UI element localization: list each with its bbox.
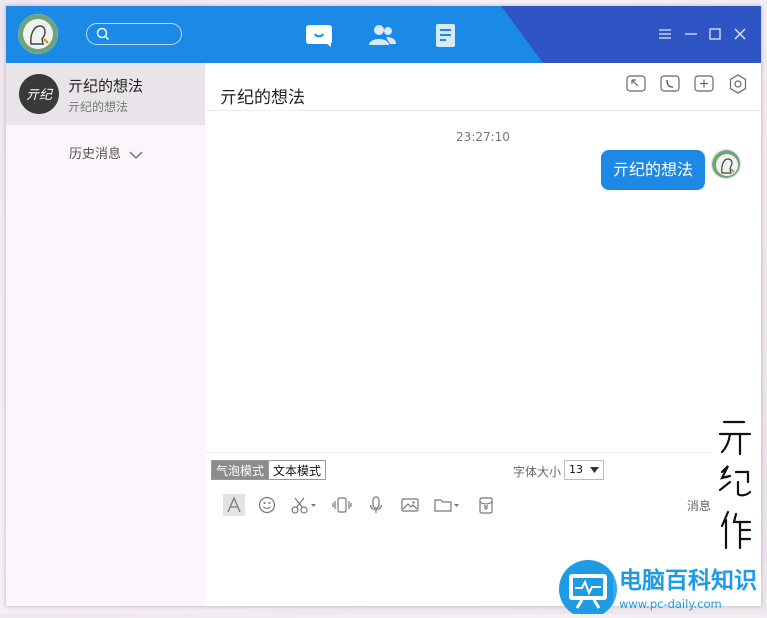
bubble-mode-button[interactable]: 气泡模式 — [211, 460, 270, 480]
handwritten-watermark — [712, 410, 760, 560]
title-bar — [6, 6, 761, 63]
scissors-icon[interactable] — [289, 494, 319, 516]
dropdown-arrow-icon — [590, 467, 599, 473]
maximize-icon[interactable] — [706, 25, 724, 43]
mic-icon[interactable] — [365, 494, 387, 516]
brand-name: 电脑百科知识 — [619, 567, 757, 594]
message-timestamp: 23:27:10 — [456, 130, 510, 144]
close-icon[interactable] — [731, 25, 749, 43]
folder-icon[interactable] — [433, 494, 463, 516]
user-avatar[interactable] — [18, 14, 58, 54]
conversation-name: 亓纪的想法 — [68, 77, 144, 95]
font-size-select[interactable]: 13 — [564, 460, 604, 480]
app-window: 亓纪 亓纪的想法 亓纪的想法 历史消息 亓纪的想法 23:27:10 亓纪的想法… — [6, 6, 761, 606]
minimize-icon[interactable] — [682, 25, 700, 43]
brand-watermark: 电脑百科知识 www.pc-daily.com — [555, 556, 767, 618]
shake-icon[interactable] — [331, 494, 353, 516]
history-messages-toggle[interactable]: 历史消息 — [69, 143, 143, 162]
image-icon[interactable] — [399, 494, 421, 516]
svg-text:亓纪: 亓纪 — [26, 88, 54, 103]
message-bubble[interactable]: 亓纪的想法 — [600, 150, 705, 190]
chevron-down-icon — [129, 151, 143, 159]
menu-icon[interactable] — [656, 25, 674, 43]
conversation-item[interactable]: 亓纪 亓纪的想法 亓纪的想法 — [6, 63, 205, 125]
message-icon[interactable] — [303, 20, 335, 50]
add-member-icon[interactable] — [693, 73, 715, 95]
settings-icon[interactable] — [727, 73, 749, 95]
chat-panel: 亓纪的想法 23:27:10 亓纪的想法 气泡模式 文本模式 字体大小 13 消… — [205, 63, 761, 606]
emoji-icon[interactable] — [256, 494, 278, 516]
search-box[interactable] — [86, 23, 182, 45]
sidebar: 亓纪 亓纪的想法 亓纪的想法 历史消息 — [6, 63, 205, 606]
search-icon — [96, 27, 110, 41]
conversation-avatar: 亓纪 — [19, 74, 59, 114]
notes-icon[interactable] — [430, 20, 462, 50]
font-icon[interactable] — [223, 494, 245, 516]
brand-url: www.pc-daily.com — [619, 597, 722, 611]
text-mode-button[interactable]: 文本模式 — [268, 460, 327, 480]
contacts-icon[interactable] — [366, 20, 398, 50]
red-envelope-icon[interactable] — [475, 494, 497, 516]
conversation-preview: 亓纪的想法 — [68, 100, 129, 114]
history-label: 历史消息 — [69, 147, 122, 162]
font-size-value: 13 — [569, 463, 583, 476]
screen-share-icon[interactable] — [625, 73, 647, 95]
sender-avatar[interactable] — [711, 149, 741, 179]
font-size-label: 字体大小 — [513, 465, 562, 479]
message-label: 消息: — [687, 499, 716, 513]
phone-icon[interactable] — [659, 73, 681, 95]
chat-title: 亓纪的想法 — [220, 88, 305, 108]
